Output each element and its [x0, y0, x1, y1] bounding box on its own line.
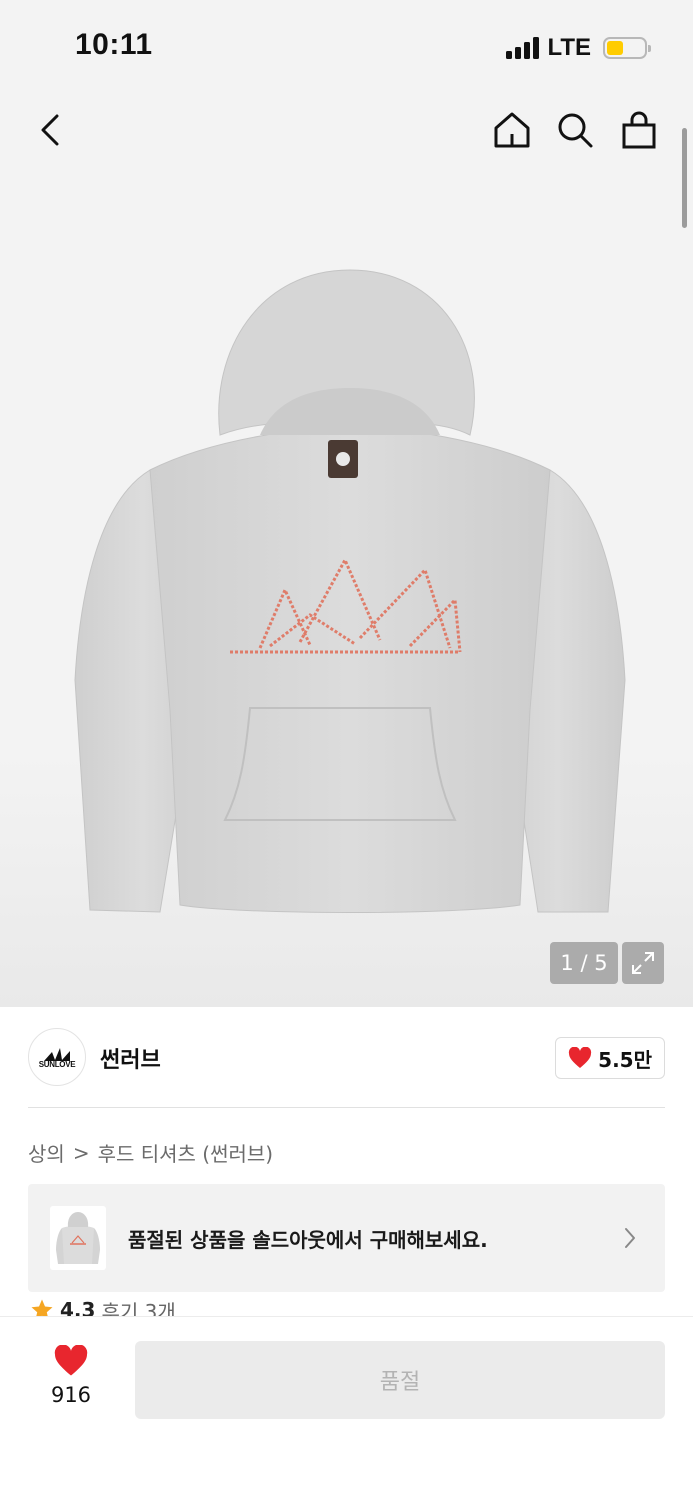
- status-time: 10:11: [75, 28, 153, 61]
- signal-icon: [506, 37, 540, 59]
- brand-logo-text: SUNLOVE: [38, 1059, 76, 1069]
- scrollbar[interactable]: [682, 128, 687, 228]
- breadcrumb-category[interactable]: 상의: [28, 1138, 65, 1167]
- search-button[interactable]: [550, 100, 600, 160]
- cart-button[interactable]: [614, 100, 664, 160]
- brand-like-button[interactable]: 5.5만: [555, 1037, 665, 1079]
- brand-row: SUNLOVE 썬러브 5.5만: [28, 1028, 665, 1088]
- battery-icon: [603, 37, 651, 59]
- breadcrumb-separator: >: [72, 1140, 90, 1165]
- heart-icon: [569, 1047, 592, 1068]
- status-indicators: LTE: [506, 34, 651, 62]
- soldout-purchase-button[interactable]: 품절: [135, 1341, 665, 1419]
- soldout-banner[interactable]: 품절된 상품을 솔드아웃에서 구매해보세요.: [28, 1184, 665, 1292]
- top-nav-bar: [0, 100, 693, 160]
- wishlist-count: 916: [50, 1383, 92, 1407]
- home-icon: [494, 112, 530, 148]
- hoodie-thumbnail: [56, 1212, 100, 1264]
- wishlist-button[interactable]: 916: [30, 1345, 112, 1415]
- breadcrumb: 상의 > 후드 티셔츠 (썬러브): [28, 1138, 273, 1167]
- brand-like-count: 5.5만: [598, 1047, 652, 1072]
- status-bar: 10:11 LTE: [0, 0, 693, 90]
- heart-icon: [54, 1345, 88, 1376]
- chevron-right-icon: [623, 1226, 637, 1254]
- network-label: LTE: [547, 34, 591, 61]
- soldout-thumbnail: [50, 1206, 106, 1270]
- home-button[interactable]: [487, 100, 537, 160]
- divider: [28, 1107, 665, 1108]
- soldout-banner-text: 품절된 상품을 솔드아웃에서 구매해보세요.: [128, 1228, 488, 1252]
- bottom-action-bar: 916 품절: [0, 1316, 693, 1500]
- brand-name[interactable]: 썬러브: [100, 1042, 161, 1074]
- search-icon: [558, 113, 593, 148]
- expand-image-button[interactable]: [622, 942, 664, 984]
- expand-icon: [632, 952, 654, 974]
- product-image[interactable]: [60, 260, 640, 920]
- image-counter: 1 / 5: [550, 942, 618, 984]
- back-button[interactable]: [25, 100, 75, 160]
- breadcrumb-subcategory[interactable]: 후드 티셔츠 (썬러브): [98, 1138, 274, 1167]
- brand-logo[interactable]: SUNLOVE: [28, 1028, 86, 1086]
- chevron-left-icon: [41, 114, 59, 146]
- shopping-bag-icon: [622, 111, 656, 149]
